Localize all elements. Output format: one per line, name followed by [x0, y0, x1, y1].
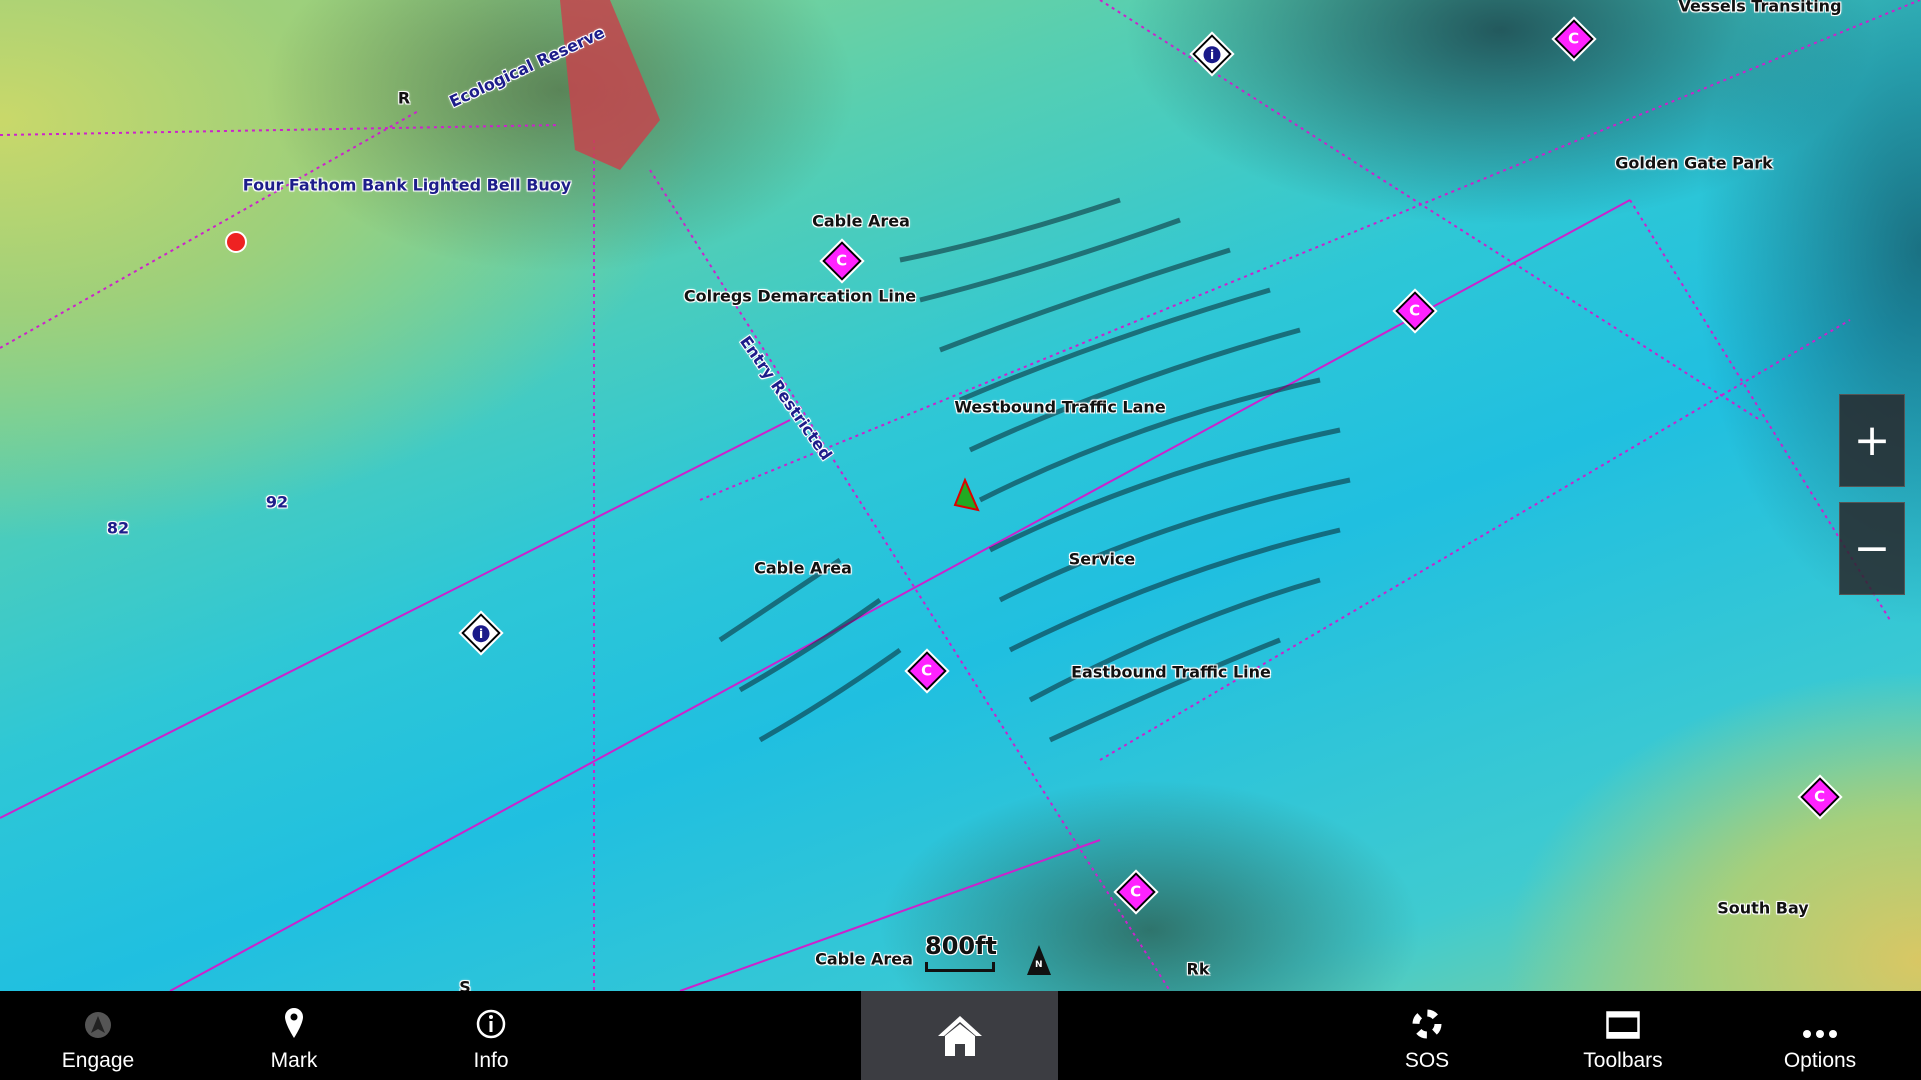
chart-lines — [0, 0, 1921, 991]
label-eastbound: Eastbound Traffic Line — [1071, 662, 1271, 682]
label-cable-area: Cable Area — [754, 558, 852, 578]
label-cable-area: Cable Area — [812, 211, 910, 231]
zoom-in-button[interactable]: + — [1839, 394, 1905, 487]
label-buoy[interactable]: Four Fathom Bank Lighted Bell Buoy — [243, 176, 571, 195]
info-button[interactable]: Info — [411, 991, 571, 1080]
label-rk: Rk — [1186, 959, 1210, 979]
engage-button[interactable]: Engage — [18, 991, 178, 1080]
label-s: S — [459, 977, 471, 992]
sand-ripples — [718, 197, 1351, 743]
buoy-icon[interactable] — [225, 231, 247, 253]
more-dots-icon — [1802, 991, 1838, 1039]
label-golden-gate-park: Golden Gate Park — [1615, 153, 1773, 173]
home-button[interactable] — [861, 991, 1058, 1080]
options-button[interactable]: Options — [1740, 991, 1900, 1080]
engage-icon — [84, 991, 112, 1039]
label-service: Service — [1068, 549, 1136, 569]
label-cable-area: Cable Area — [815, 949, 913, 969]
mark-button[interactable]: Mark — [214, 991, 374, 1080]
toolbars-icon — [1606, 991, 1640, 1039]
label-westbound: Westbound Traffic Lane — [954, 397, 1166, 417]
boundary-line — [699, 0, 1921, 501]
bottom-toolbar: Engage Mark Info SOS Toolbars Options — [0, 991, 1921, 1080]
zoom-out-button[interactable]: − — [1839, 502, 1905, 595]
home-icon — [937, 1015, 982, 1056]
chart-map[interactable]: Ecological Reserve R Four Fathom Bank Li… — [0, 0, 1921, 991]
vessel-icon — [953, 477, 980, 512]
north-label: N — [1035, 960, 1043, 970]
label-r: R — [397, 88, 411, 108]
traffic-lane-line — [0, 419, 791, 819]
sos-button[interactable]: SOS — [1347, 991, 1507, 1080]
boundary-line — [0, 124, 561, 136]
label-vessels-transiting: Vessels Transiting — [1678, 0, 1842, 16]
map-pin-icon — [283, 991, 305, 1039]
boundary-line — [1099, 319, 1851, 761]
label-colregs: Colregs Demarcation Line — [683, 286, 917, 306]
land-area — [560, 0, 660, 170]
toolbars-button[interactable]: Toolbars — [1543, 991, 1703, 1080]
depth-sounding: 82 — [106, 518, 130, 538]
scale-bar: 800ft — [925, 932, 997, 972]
boundary-line — [0, 109, 421, 349]
lifebuoy-icon — [1412, 991, 1442, 1039]
info-icon — [476, 991, 506, 1039]
label-south-bay: South Bay — [1717, 898, 1809, 918]
depth-sounding: 92 — [265, 492, 289, 512]
boundary-line — [1099, 0, 1761, 421]
